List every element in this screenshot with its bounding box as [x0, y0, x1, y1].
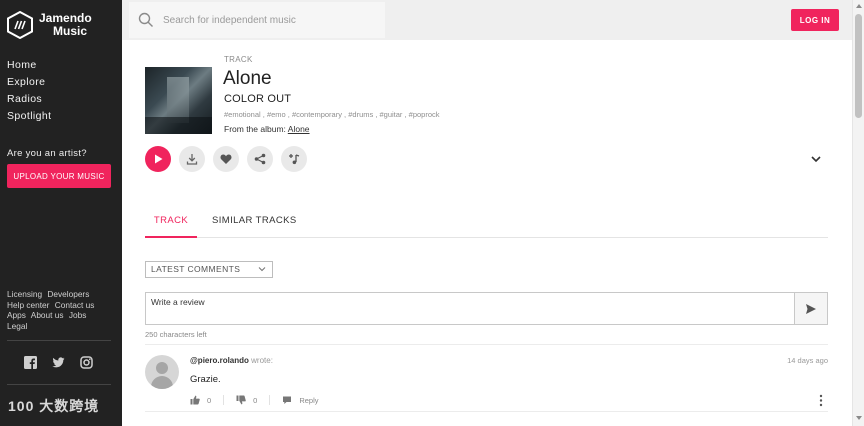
track-title: Alone	[223, 68, 272, 89]
more-options-icon[interactable]	[818, 394, 824, 407]
watermark: 100 大数跨境	[8, 398, 100, 414]
nav-item-spotlight[interactable]: Spotlight	[7, 108, 51, 125]
sidebar-divider-bottom	[7, 384, 111, 385]
artist-name[interactable]: COLOR OUT	[224, 93, 291, 105]
footer-link-developers[interactable]: Developers	[47, 289, 89, 299]
nav-item-home[interactable]: Home	[7, 57, 51, 74]
footer-link-help-center[interactable]: Help center	[7, 300, 49, 310]
twitter-icon[interactable]	[52, 356, 65, 369]
nav-item-radios[interactable]: Radios	[7, 91, 51, 108]
album-cover[interactable]	[145, 67, 212, 134]
instagram-icon[interactable]	[80, 356, 93, 369]
review-input[interactable]	[145, 292, 795, 325]
track-tags[interactable]: #emotional , #emo , #contemporary , #dru…	[224, 110, 440, 119]
comments-sort-dropdown[interactable]: LATEST COMMENTS	[145, 261, 273, 278]
scroll-down-arrow[interactable]	[856, 416, 862, 420]
reply-label: Reply	[299, 395, 319, 405]
album-line: From the album: Alone	[224, 124, 310, 134]
social-links	[24, 356, 93, 369]
login-button[interactable]: LOG IN	[791, 9, 839, 31]
comment-author[interactable]: @piero.rolando	[190, 356, 249, 365]
like-count: 0	[207, 395, 212, 405]
search-input[interactable]	[163, 11, 373, 29]
reply-icon	[283, 396, 292, 404]
search-icon[interactable]	[138, 12, 154, 28]
chevron-down-icon	[258, 267, 266, 272]
sort-label: LATEST COMMENTS	[151, 264, 241, 274]
share-icon	[254, 153, 266, 165]
comment-author-line: @piero.rolando wrote:	[190, 356, 273, 365]
logo[interactable]: Jamendo Music	[7, 11, 92, 39]
item-type-label: TRACK	[224, 55, 253, 64]
footer-link-licensing[interactable]: Licensing	[7, 289, 42, 299]
play-icon	[155, 154, 163, 164]
favorite-button[interactable]	[213, 146, 239, 172]
comment-timestamp: 14 days ago	[787, 356, 828, 365]
download-button[interactable]	[179, 146, 205, 172]
nav-item-explore[interactable]: Explore	[7, 74, 51, 91]
sidebar-divider	[7, 340, 111, 341]
album-link[interactable]: Alone	[288, 124, 310, 134]
footer-link-apps[interactable]: Apps	[7, 310, 26, 320]
download-icon	[186, 154, 198, 165]
sidebar: Jamendo Music Home Explore Radios Spotli…	[0, 0, 122, 426]
add-to-playlist-button[interactable]	[281, 146, 307, 172]
share-button[interactable]	[247, 146, 273, 172]
dislike-count: 0	[253, 395, 258, 405]
footer-link-about-us[interactable]: About us	[31, 310, 64, 320]
send-icon	[806, 303, 816, 314]
heart-icon	[220, 154, 232, 164]
comments-divider	[145, 344, 828, 345]
send-review-button[interactable]	[794, 292, 828, 325]
thumbs-down-icon	[236, 395, 246, 405]
avatar[interactable]	[145, 355, 179, 389]
jamendo-logo-icon	[7, 11, 33, 39]
search-bar	[129, 2, 385, 38]
comment-actions: 0 0 Reply	[190, 395, 331, 405]
comment-divider	[145, 411, 828, 412]
footer-link-jobs[interactable]: Jobs	[69, 310, 87, 320]
like-button[interactable]: 0	[190, 395, 223, 405]
footer-link-contact-us[interactable]: Contact us	[55, 300, 95, 310]
artist-question: Are you an artist?	[7, 148, 87, 159]
chevron-down-icon[interactable]	[810, 154, 822, 164]
scrollbar[interactable]	[852, 0, 864, 426]
logo-text: Jamendo Music	[39, 12, 92, 38]
track-tabs: TRACK SIMILAR TRACKS	[145, 206, 828, 238]
upload-music-button[interactable]: UPLOAD YOUR MUSIC	[7, 164, 111, 188]
album-prefix: From the album:	[224, 124, 286, 134]
comment-text: Grazie.	[190, 374, 221, 385]
tab-track[interactable]: TRACK	[145, 206, 197, 238]
scroll-thumb[interactable]	[855, 14, 862, 118]
tab-similar-tracks[interactable]: SIMILAR TRACKS	[212, 206, 297, 238]
dislike-button[interactable]: 0	[223, 395, 269, 405]
scroll-up-arrow[interactable]	[856, 4, 862, 8]
footer-link-legal[interactable]: Legal	[7, 321, 27, 331]
play-button[interactable]	[145, 146, 171, 172]
add-to-playlist-icon	[289, 154, 300, 165]
comment-verb: wrote:	[251, 356, 273, 365]
characters-left: 250 characters left	[145, 330, 207, 339]
reply-button[interactable]: Reply	[269, 395, 330, 405]
footer-links: Licensing Developers Help center Contact…	[7, 289, 117, 331]
thumbs-up-icon	[190, 395, 200, 405]
top-bar: LOG IN	[122, 0, 852, 40]
track-actions	[145, 146, 307, 172]
main-nav: Home Explore Radios Spotlight	[7, 57, 51, 125]
facebook-icon[interactable]	[24, 356, 37, 369]
brand-subname: Music	[53, 24, 88, 38]
